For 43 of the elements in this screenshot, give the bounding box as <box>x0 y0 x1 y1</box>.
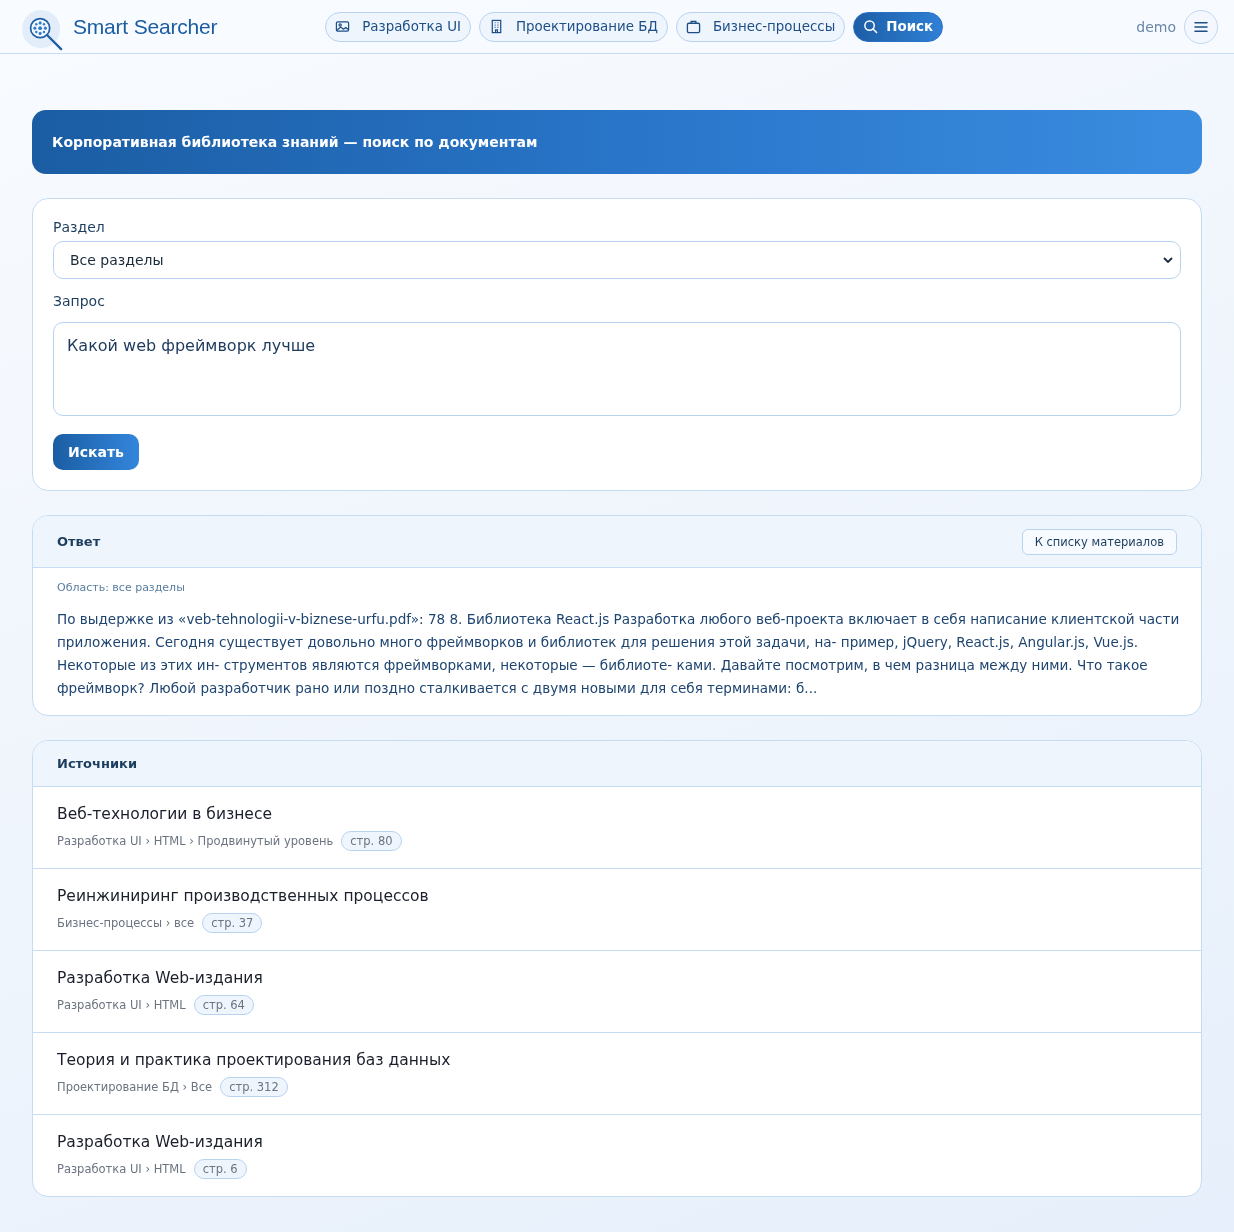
source-path: Разработка UI › HTML <box>57 998 186 1012</box>
nav-tab[interactable]: Бизнес-процессы <box>675 11 846 42</box>
source-item[interactable]: Разработка Web-издания Разработка UI › HTML стр. 64 <box>33 950 1201 1032</box>
chevron-down-icon <box>1163 257 1173 263</box>
card-title: Ответ <box>57 534 101 549</box>
menu-button[interactable] <box>1184 9 1218 44</box>
source-item[interactable]: Реинжиниринг производственных процессов Бизнес-процессы › все стр. 37 <box>33 868 1201 950</box>
nav-tab[interactable]: Поиск <box>853 11 944 42</box>
nav-tab[interactable]: Разработка UI <box>325 11 471 42</box>
field-label: Запрос <box>53 293 105 309</box>
page-badge: стр. 312 <box>220 1077 288 1097</box>
page-badge: стр. 37 <box>202 913 263 933</box>
card-title: Источники <box>57 756 137 771</box>
source-item[interactable]: Веб-технологии в бизнесе Разработка UI › HTML › Продвинутый уровень стр. 80 <box>33 787 1201 868</box>
user-name: demo <box>1136 18 1176 35</box>
field-label: Раздел <box>53 219 105 235</box>
scope-text: Область: все разделы <box>57 581 185 594</box>
image-icon <box>335 19 351 34</box>
source-item[interactable]: Теория и практика проектирования баз данных Проектирование БД › Все стр. 312 <box>33 1032 1201 1114</box>
menu-icon <box>1194 20 1208 33</box>
page-badge: стр. 6 <box>193 1159 247 1179</box>
back-to-list-button[interactable]: К списку материалов <box>1021 528 1177 555</box>
banner-title: Корпоративная библиотека знаний — поиск по документам <box>52 134 538 150</box>
answer-text: По выдержке из «veb-tehnologii-v-biznese-urfu.pdf»: 78 8. Библиотека React.js Разработка любого веб-проекта включает в себя написание клиентской части приложения. Сегодня существует довольно много фреймворков и библиотек для решения этой задачи, на- пример, jQuery, React.js, Angular.js, Vue.js. Некоторые из этих ин- струментов являются фреймворками, некоторые — библиоте- ками. Давайте посмотрим, в чем разница между ними. Что такое фреймворк? Любой разработчик рано или поздно сталкивается с двумя новыми для себя терминами: б... <box>57 610 1181 698</box>
search-button[interactable]: Искать <box>53 434 139 470</box>
source-title: Реинжиниринг производственных процессов <box>57 887 429 905</box>
source-path: Бизнес-процессы › все <box>57 916 195 930</box>
source-title: Разработка Web-издания <box>57 969 263 987</box>
page-badge: стр. 80 <box>341 831 402 851</box>
nav-tab[interactable]: Проектирование БД <box>478 11 668 42</box>
source-title: Разработка Web-издания <box>57 1133 263 1151</box>
section-select[interactable]: Все разделы <box>53 241 1181 279</box>
source-path: Проектирование БД › Все <box>57 1080 213 1094</box>
briefcase-icon <box>685 19 701 34</box>
source-path: Разработка UI › HTML <box>57 1162 186 1176</box>
brand-name: Smart Searcher <box>73 14 218 39</box>
page-badge: стр. 64 <box>193 995 254 1015</box>
source-title: Теория и практика проектирования баз данных <box>57 1051 451 1069</box>
source-title: Веб-технологии в бизнесе <box>57 805 272 823</box>
source-path: Разработка UI › HTML › Продвинутый уровень <box>57 834 334 848</box>
search-icon <box>863 19 879 34</box>
query-field[interactable]: Какой web фреймворк лучше <box>53 322 1181 416</box>
source-item[interactable]: Разработка Web-издания Разработка UI › HTML стр. 6 <box>33 1114 1201 1196</box>
